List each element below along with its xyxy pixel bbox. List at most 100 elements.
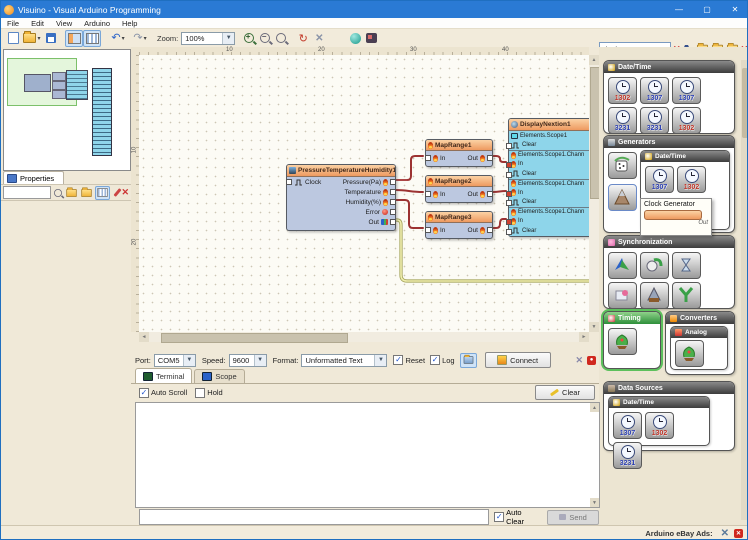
category-data-sources-header[interactable]: Data Sources bbox=[604, 382, 734, 394]
property-filter-input[interactable] bbox=[3, 186, 51, 199]
close-properties-icon[interactable]: ✕ bbox=[121, 187, 129, 198]
ads-stop-icon[interactable]: ✕ bbox=[734, 529, 743, 538]
delete-button[interactable]: ✕ bbox=[311, 31, 327, 46]
zoom-in-button[interactable]: + bbox=[241, 31, 257, 46]
component-rtc-1307-icon[interactable]: 1307 bbox=[613, 412, 642, 439]
maximize-button[interactable]: ▢ bbox=[693, 1, 721, 18]
out-pin-square[interactable] bbox=[487, 227, 493, 233]
category-timing-header[interactable]: Timing bbox=[604, 312, 660, 324]
reset-checkbox[interactable]: ✓ bbox=[393, 355, 403, 365]
block-maprange3[interactable]: MapRange3 In Out bbox=[425, 211, 493, 239]
block-maprange1[interactable]: MapRange1 In Out bbox=[425, 139, 493, 167]
autoscroll-checkbox[interactable]: ✓ bbox=[139, 388, 149, 398]
property-search-icon[interactable] bbox=[54, 189, 62, 197]
tab-scope[interactable]: Scope bbox=[194, 369, 244, 383]
minimize-button[interactable]: — bbox=[665, 1, 693, 18]
category-data-sources[interactable]: Data Sources Date/Time 1307 1302 3231 bbox=[603, 381, 735, 451]
display-row-clear[interactable]: Clear bbox=[509, 169, 589, 179]
format-combobox[interactable]: Unformatted Text▼ bbox=[301, 354, 387, 367]
sync-component-icon[interactable] bbox=[640, 252, 669, 279]
component-timing-icon[interactable] bbox=[608, 328, 637, 355]
palette-scrollbar[interactable] bbox=[741, 60, 748, 520]
scroll-up-icon[interactable]: ▲ bbox=[589, 55, 599, 65]
category-timing[interactable]: Timing bbox=[603, 311, 661, 369]
canvas-vscrollbar[interactable]: ▲ ▼ bbox=[589, 55, 599, 332]
sync-component-icon[interactable] bbox=[672, 252, 701, 279]
property-categorize-button[interactable] bbox=[95, 186, 110, 200]
autoclear-checkbox[interactable]: ✓ bbox=[494, 512, 504, 522]
block-pressure-temperature-humidity[interactable]: PressureTemperatureHumidity1 Clock Press… bbox=[286, 164, 396, 231]
toggle-panels-button[interactable] bbox=[65, 30, 83, 47]
display-row-channel[interactable]: Elements.Scope1.Chann bbox=[509, 179, 589, 189]
menu-file[interactable]: File bbox=[1, 19, 25, 28]
port-combobox[interactable]: COM5▼ bbox=[154, 354, 196, 367]
block-pressure-header[interactable]: PressureTemperatureHumidity1 bbox=[287, 165, 395, 177]
close-button[interactable]: ✕ bbox=[721, 1, 748, 18]
component-rtc-1302-icon[interactable]: 1302 bbox=[672, 107, 701, 134]
clear-pin-square[interactable] bbox=[506, 200, 512, 206]
display-row-clear[interactable]: Clear bbox=[509, 226, 589, 236]
category-converters[interactable]: Converters Analog bbox=[665, 311, 735, 375]
clear-pin-square[interactable] bbox=[506, 229, 512, 235]
component-analog-converter-icon[interactable] bbox=[675, 340, 704, 367]
open-log-button[interactable] bbox=[460, 353, 477, 368]
pin-out[interactable]: Out bbox=[369, 218, 396, 226]
close-terminal-panel-icon[interactable]: ✕ bbox=[575, 355, 583, 366]
out-pin-square[interactable] bbox=[487, 191, 493, 197]
stop-icon[interactable]: ● bbox=[587, 356, 596, 365]
zoom-dropdown-icon[interactable]: ▼ bbox=[222, 33, 234, 44]
maprange3-out[interactable]: Out bbox=[468, 226, 493, 234]
sync-component-icon[interactable] bbox=[672, 282, 701, 309]
clear-button[interactable]: Clear bbox=[535, 385, 595, 400]
open-dropdown-icon[interactable]: ▾ bbox=[37, 35, 40, 42]
terminal-scroll-up-icon[interactable]: ▲ bbox=[590, 403, 599, 412]
connect-button[interactable]: Connect bbox=[485, 352, 551, 368]
in-pin-square[interactable] bbox=[506, 219, 512, 225]
maprange2-out[interactable]: Out bbox=[468, 190, 493, 198]
error-pin-square[interactable] bbox=[390, 209, 396, 215]
property-collapse-icon[interactable] bbox=[81, 189, 91, 197]
block-display-nextion[interactable]: DisplayNextion1 Elements.Scope1 Clear El… bbox=[508, 118, 589, 237]
category-generators-header[interactable]: Generators bbox=[604, 136, 734, 148]
zoom-reset-button[interactable] bbox=[273, 31, 289, 46]
canvas-hscrollbar[interactable]: ◄ ► bbox=[139, 332, 589, 342]
category-converters-header[interactable]: Converters bbox=[666, 312, 734, 324]
display-row-in[interactable]: In bbox=[509, 160, 589, 170]
display-row-in[interactable]: In bbox=[509, 217, 589, 227]
temperature-pin-square[interactable] bbox=[390, 189, 396, 195]
component-rtc-1302-icon[interactable]: 1302 bbox=[608, 77, 637, 104]
display-row-channel[interactable]: Elements.Scope1.Chann bbox=[509, 207, 589, 217]
display-row-channel[interactable]: Elements.Scope1.Chann bbox=[509, 150, 589, 160]
component-random-generator-icon[interactable] bbox=[608, 152, 637, 179]
compile-button[interactable] bbox=[347, 31, 363, 46]
sync-component-icon[interactable] bbox=[608, 252, 637, 279]
toggle-grid-button[interactable] bbox=[83, 30, 101, 47]
component-rtc-1307-icon[interactable]: 1307 bbox=[645, 166, 674, 193]
block-maprange2-header[interactable]: MapRange2 bbox=[426, 176, 492, 187]
wire-map3-display[interactable] bbox=[493, 219, 506, 228]
in-pin-square[interactable] bbox=[425, 191, 431, 197]
subcategory-datetime-header[interactable]: Date/Time bbox=[641, 151, 729, 162]
speed-combobox[interactable]: 9600▼ bbox=[229, 354, 267, 367]
overview-minimap[interactable] bbox=[3, 49, 131, 171]
terminal-scroll-down-icon[interactable]: ▼ bbox=[590, 498, 599, 507]
send-message-input[interactable] bbox=[139, 509, 489, 525]
category-synchronization-header[interactable]: Synchronization bbox=[604, 236, 734, 248]
sync-component-icon[interactable] bbox=[640, 282, 669, 309]
pin-clock[interactable]: Clock bbox=[286, 178, 321, 186]
pin-error[interactable]: Error bbox=[366, 208, 396, 216]
terminal-output[interactable]: ▲ ▼ bbox=[135, 402, 600, 508]
menu-help[interactable]: Help bbox=[116, 19, 143, 28]
design-canvas[interactable]: PressureTemperatureHumidity1 Clock Press… bbox=[139, 55, 589, 332]
undo-button[interactable]: ↶▾ bbox=[107, 31, 129, 46]
display-row-scope[interactable]: Elements.Scope1 bbox=[509, 131, 589, 141]
clear-pin-square[interactable] bbox=[506, 143, 512, 149]
subcategory-datasources-datetime[interactable]: Date/Time 1307 1302 3231 bbox=[608, 396, 710, 446]
subcategory-converters-analog[interactable]: Analog bbox=[670, 326, 728, 370]
scroll-right-icon[interactable]: ► bbox=[579, 332, 589, 342]
clear-pin-square[interactable] bbox=[506, 172, 512, 178]
log-checkbox[interactable]: ✓ bbox=[430, 355, 440, 365]
properties-tab[interactable]: Properties bbox=[3, 171, 64, 185]
block-maprange1-header[interactable]: MapRange1 bbox=[426, 140, 492, 151]
wire-map1-display[interactable] bbox=[493, 156, 506, 162]
